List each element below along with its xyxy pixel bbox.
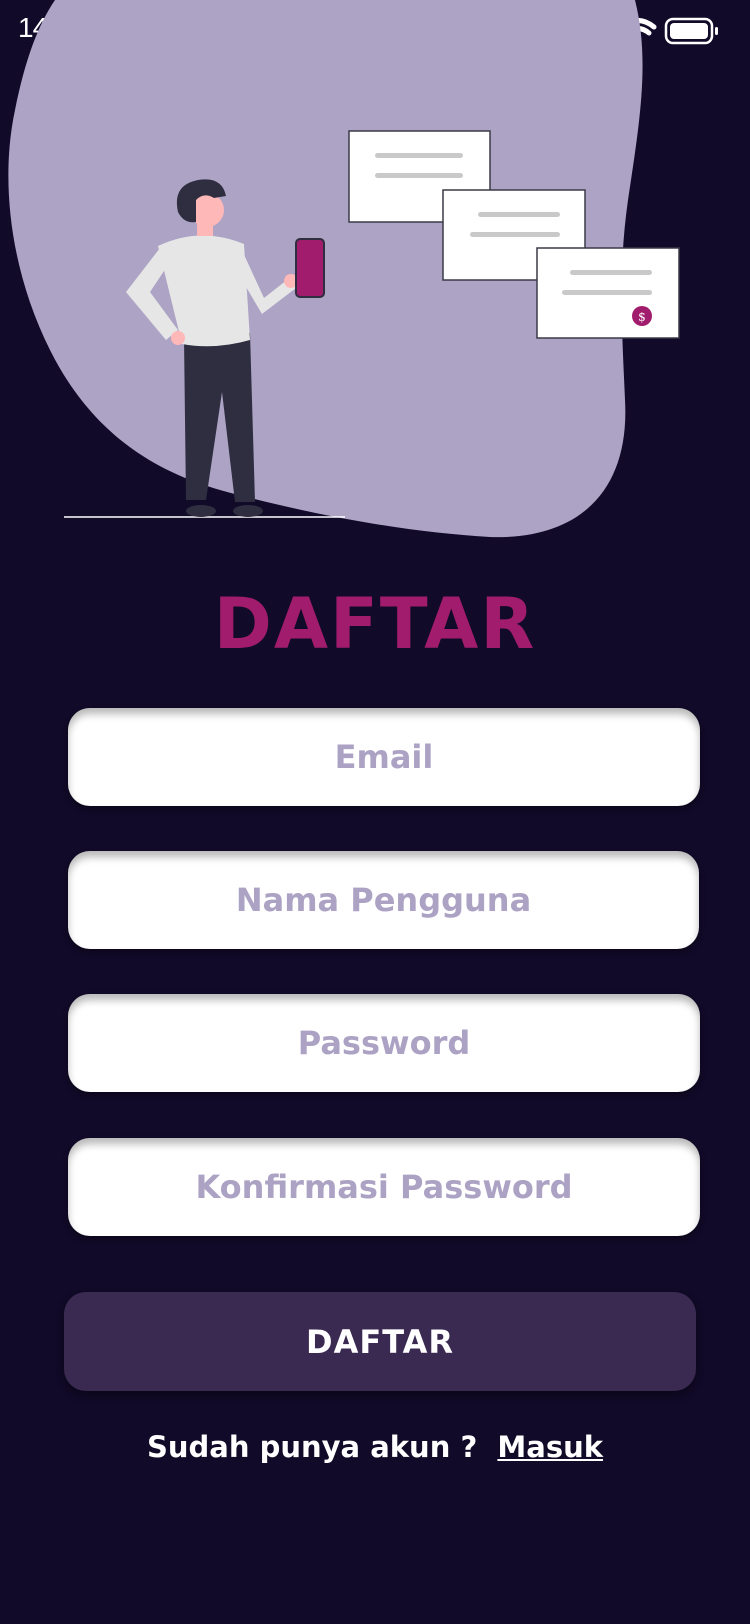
username-field[interactable]	[68, 851, 699, 949]
phone-icon	[295, 238, 325, 298]
login-prompt: Sudah punya akun ? Masuk	[0, 1430, 750, 1464]
email-field[interactable]	[68, 708, 700, 806]
login-link[interactable]: Masuk	[497, 1430, 603, 1464]
page-title: DAFTAR	[213, 583, 537, 665]
hero-illustration: $ $ $	[8, 0, 680, 538]
payment-card: $	[536, 247, 680, 339]
dollar-symbol: $	[638, 310, 646, 324]
password-field[interactable]	[68, 994, 700, 1092]
register-button[interactable]: DAFTAR	[64, 1292, 696, 1391]
confirm-password-field[interactable]	[68, 1138, 700, 1236]
login-prompt-text: Sudah punya akun ?	[146, 1430, 478, 1464]
